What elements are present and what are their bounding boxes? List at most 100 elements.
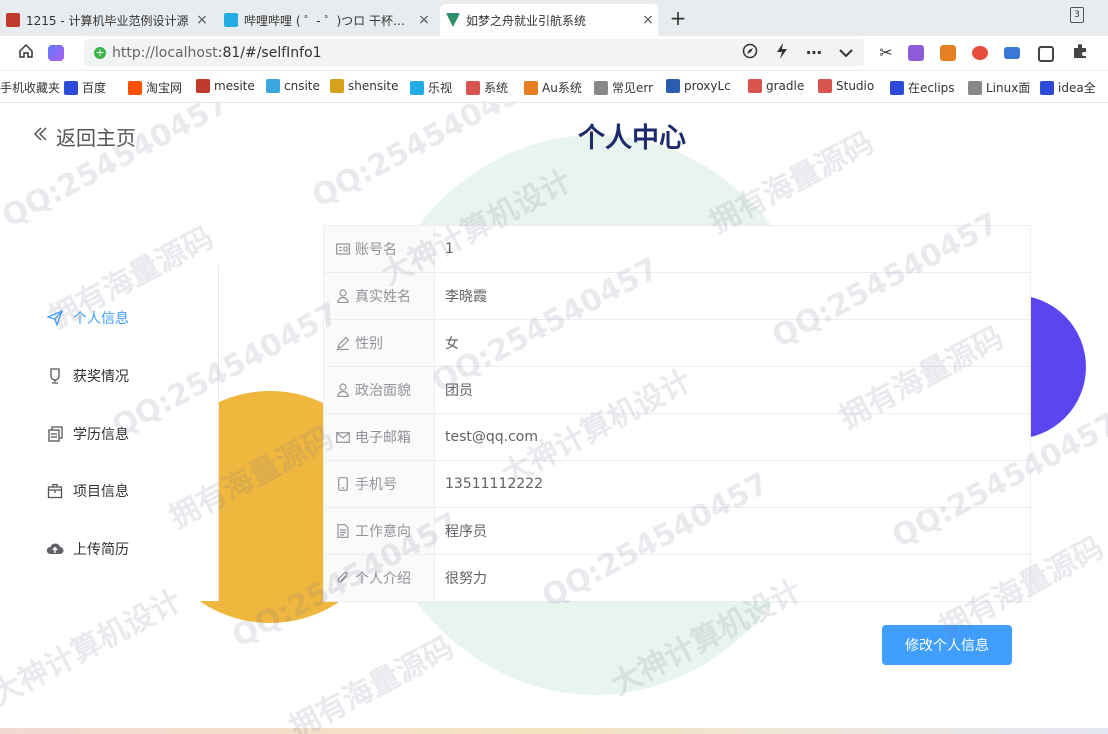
user-icon — [336, 289, 350, 303]
bookmark-label: idea全 — [1058, 81, 1096, 95]
tab-title: 1215 - 计算机毕业范例设计源 — [26, 13, 189, 28]
menu-item-label: 项目信息 — [73, 484, 129, 500]
page-content: 返回主页 个人中心 个人信息 获奖情况 学历信息 项目信息 上传简历 账号名 1… — [0, 103, 1108, 734]
field-value: 团员 — [434, 366, 1031, 414]
edit-profile-button[interactable]: 修改个人信息 — [882, 625, 1012, 665]
tab-close-icon[interactable]: × — [638, 12, 658, 28]
bookmarks-bar: 手机收藏夹 百度 淘宝网 mesite cnsite shensite 乐视 系统 Au系统 常见… — [0, 71, 1108, 103]
bookmark-favicon-icon — [968, 80, 982, 95]
bookmark-favicon-icon — [666, 79, 680, 93]
info-row-real-name: 真实姓名 李晓霞 — [323, 272, 1031, 320]
translate-icon[interactable] — [908, 45, 924, 61]
bookmark-favicon-icon — [266, 79, 280, 93]
paper-plane-icon — [46, 309, 64, 327]
field-label: 性别 — [355, 336, 383, 352]
tab-favicon-icon — [224, 13, 238, 27]
watermark: 拥有海量源码 — [283, 630, 460, 734]
bookmark-item[interactable]: 常见err — [594, 79, 662, 96]
bookmark-favicon-icon — [466, 80, 480, 95]
bookmark-item[interactable]: 淘宝网 — [128, 79, 192, 96]
side-menu: 个人信息 获奖情况 学历信息 项目信息 上传简历 — [0, 265, 219, 601]
bookmark-label: Studio — [836, 79, 875, 93]
field-value: 很努力 — [434, 554, 1031, 602]
menu-item-awards[interactable]: 获奖情况 — [46, 366, 129, 386]
bookmark-label: 常见err — [612, 81, 654, 95]
extensions-icon[interactable] — [1070, 43, 1090, 63]
browser-tab-bar: 1215 - 计算机毕业范例设计源 × 哔哩哔哩 ( ゜- ゜)つロ 干杯~-b… — [0, 0, 1108, 36]
user-icon — [336, 383, 350, 397]
field-value: 1 — [434, 225, 1031, 273]
bookmark-item[interactable]: 百度 — [64, 79, 124, 96]
info-row-email: 电子邮箱 test@qq.com — [323, 413, 1031, 461]
new-tab-button[interactable]: + — [668, 6, 688, 30]
chevron-down-icon[interactable] — [836, 43, 856, 63]
url-path: :81/#/selfInfo1 — [217, 44, 322, 61]
menu-item-upload-resume[interactable]: 上传简历 — [46, 539, 129, 559]
tab-count-badge[interactable]: 3 — [1070, 7, 1084, 23]
field-value: 女 — [434, 319, 1031, 367]
info-row-phone: 手机号 13511112222 — [323, 460, 1031, 508]
bookmark-favicon-icon — [524, 80, 538, 95]
bookmark-favicon-icon — [594, 80, 608, 95]
field-label: 手机号 — [355, 477, 397, 493]
ai-assistant-icon[interactable] — [48, 45, 64, 61]
bookmark-item[interactable]: cnsite — [266, 79, 326, 93]
collections-icon[interactable] — [1038, 46, 1054, 62]
field-label: 真实姓名 — [355, 289, 411, 305]
bookmark-label: Au系统 — [542, 81, 582, 95]
personal-info-table: 账号名 1 真实姓名 李晓霞 性别 女 政治面貌 团员 电子邮箱 test@qq… — [323, 225, 1031, 602]
home-icon[interactable] — [16, 43, 36, 63]
menu-item-education[interactable]: 学历信息 — [46, 424, 129, 444]
bookmark-item[interactable]: Linux面 — [968, 79, 1036, 96]
info-row-job-intention: 工作意向 程序员 — [323, 507, 1031, 555]
bookmark-favicon-icon — [196, 79, 210, 93]
lightning-icon[interactable] — [772, 43, 792, 63]
tab-close-icon[interactable]: × — [414, 12, 434, 28]
browser-nav-bar: + http://localhost :81/#/selfInfo1 ⋯ ✂ — [0, 36, 1108, 71]
browser-tab-1[interactable]: 1215 - 计算机毕业范例设计源 × — [0, 4, 212, 36]
bookmark-label: 淘宝网 — [146, 81, 183, 95]
browser-tab-active[interactable]: 如梦之舟就业引航系统 × — [440, 4, 658, 36]
bookmark-item[interactable]: mesite — [196, 79, 262, 93]
more-icon[interactable]: ⋯ — [804, 43, 824, 63]
bottom-decor-strip — [0, 728, 1108, 734]
field-label: 个人介绍 — [355, 571, 411, 587]
bookmark-favicon-icon — [748, 79, 762, 93]
field-value: 程序员 — [434, 507, 1031, 555]
menu-item-label: 获奖情况 — [73, 369, 129, 385]
mail-icon[interactable] — [1004, 47, 1020, 59]
bookmark-item[interactable]: 系统 — [466, 79, 520, 96]
paperclip-icon — [336, 571, 350, 585]
bookmark-favicon-icon — [410, 80, 424, 95]
bookmark-item[interactable]: gradle — [748, 79, 814, 93]
bookmark-item[interactable]: 手机收藏夹 — [0, 79, 62, 96]
menu-item-projects[interactable]: 项目信息 — [46, 481, 129, 501]
info-row-gender: 性别 女 — [323, 319, 1031, 367]
bookmark-item[interactable]: shensite — [330, 79, 406, 93]
scissors-icon[interactable]: ✂ — [876, 43, 896, 63]
edit-pen-icon — [336, 336, 350, 350]
mobile-icon — [336, 477, 350, 491]
bookmark-label: gradle — [766, 79, 805, 93]
bookmark-item[interactable]: Studio — [818, 79, 886, 93]
bookmark-favicon-icon — [1040, 80, 1054, 95]
bookmark-item[interactable]: proxyLc — [666, 79, 744, 93]
cloud-upload-icon — [46, 540, 64, 558]
bookmark-item[interactable]: idea全 — [1040, 79, 1106, 96]
bookmark-label: Linux面 — [986, 81, 1031, 95]
browser-tab-2[interactable]: 哔哩哔哩 ( ゜- ゜)つロ 干杯~-b × — [218, 4, 434, 36]
mail-icon — [336, 430, 350, 444]
document-copy-icon — [46, 425, 64, 443]
game-icon[interactable] — [940, 45, 956, 61]
weibo-icon[interactable] — [972, 46, 988, 60]
tab-close-icon[interactable]: × — [192, 12, 212, 28]
bookmark-item[interactable]: 乐视 — [410, 79, 462, 96]
bookmark-label: 手机收藏夹 — [0, 81, 61, 95]
compass-icon[interactable] — [740, 43, 760, 63]
bookmark-item[interactable]: 在eclips — [890, 79, 964, 96]
bookmark-favicon-icon — [890, 80, 904, 95]
bookmark-favicon-icon — [330, 79, 344, 93]
bookmark-item[interactable]: Au系统 — [524, 79, 590, 96]
menu-item-personal-info[interactable]: 个人信息 — [46, 308, 129, 328]
tab-title: 如梦之舟就业引航系统 — [466, 13, 587, 28]
